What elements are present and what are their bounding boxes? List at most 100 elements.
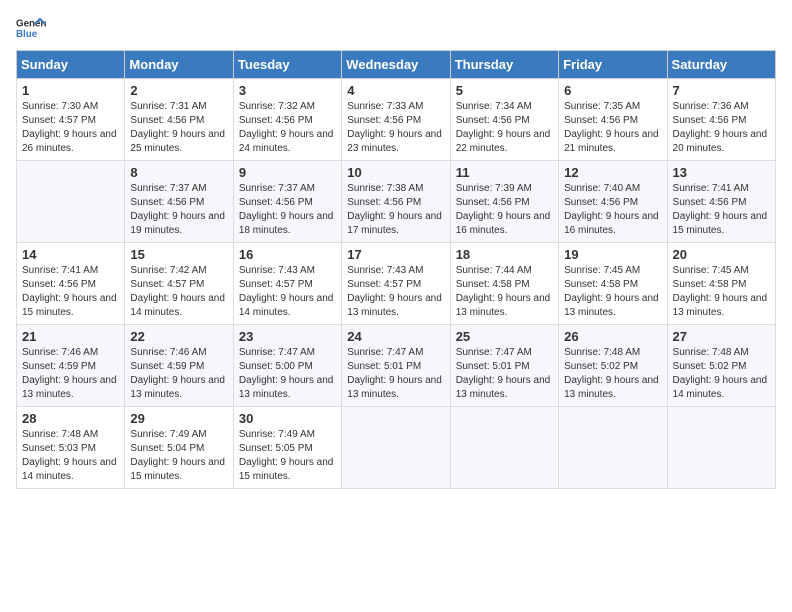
day-info: Sunrise: 7:48 AMSunset: 5:02 PMDaylight:… [564, 347, 659, 400]
calendar-cell [17, 161, 125, 243]
calendar-cell: 24 Sunrise: 7:47 AMSunset: 5:01 PMDaylig… [342, 325, 450, 407]
day-number: 17 [347, 247, 444, 262]
day-number: 13 [673, 165, 770, 180]
calendar-cell: 8 Sunrise: 7:37 AMSunset: 4:56 PMDayligh… [125, 161, 233, 243]
weekday-header-sunday: Sunday [17, 51, 125, 79]
calendar-cell: 11 Sunrise: 7:39 AMSunset: 4:56 PMDaylig… [450, 161, 558, 243]
calendar-cell: 18 Sunrise: 7:44 AMSunset: 4:58 PMDaylig… [450, 243, 558, 325]
weekday-header-tuesday: Tuesday [233, 51, 341, 79]
day-number: 15 [130, 247, 227, 262]
calendar-cell: 4 Sunrise: 7:33 AMSunset: 4:56 PMDayligh… [342, 79, 450, 161]
day-number: 29 [130, 411, 227, 426]
calendar-cell: 13 Sunrise: 7:41 AMSunset: 4:56 PMDaylig… [667, 161, 775, 243]
calendar-cell: 12 Sunrise: 7:40 AMSunset: 4:56 PMDaylig… [559, 161, 667, 243]
week-row: 14 Sunrise: 7:41 AMSunset: 4:56 PMDaylig… [17, 243, 776, 325]
day-number: 10 [347, 165, 444, 180]
calendar-cell [450, 407, 558, 489]
day-number: 18 [456, 247, 553, 262]
day-info: Sunrise: 7:47 AMSunset: 5:01 PMDaylight:… [347, 347, 442, 400]
calendar-cell: 17 Sunrise: 7:43 AMSunset: 4:57 PMDaylig… [342, 243, 450, 325]
calendar-cell: 2 Sunrise: 7:31 AMSunset: 4:56 PMDayligh… [125, 79, 233, 161]
week-row: 21 Sunrise: 7:46 AMSunset: 4:59 PMDaylig… [17, 325, 776, 407]
day-number: 25 [456, 329, 553, 344]
day-info: Sunrise: 7:31 AMSunset: 4:56 PMDaylight:… [130, 101, 225, 154]
calendar-cell: 5 Sunrise: 7:34 AMSunset: 4:56 PMDayligh… [450, 79, 558, 161]
calendar-cell: 25 Sunrise: 7:47 AMSunset: 5:01 PMDaylig… [450, 325, 558, 407]
calendar-cell: 3 Sunrise: 7:32 AMSunset: 4:56 PMDayligh… [233, 79, 341, 161]
logo-icon: General Blue [16, 16, 46, 40]
calendar-cell: 30 Sunrise: 7:49 AMSunset: 5:05 PMDaylig… [233, 407, 341, 489]
day-info: Sunrise: 7:37 AMSunset: 4:56 PMDaylight:… [130, 183, 225, 236]
day-number: 12 [564, 165, 661, 180]
day-info: Sunrise: 7:37 AMSunset: 4:56 PMDaylight:… [239, 183, 334, 236]
day-number: 20 [673, 247, 770, 262]
calendar-cell: 28 Sunrise: 7:48 AMSunset: 5:03 PMDaylig… [17, 407, 125, 489]
weekday-header-wednesday: Wednesday [342, 51, 450, 79]
calendar-cell: 22 Sunrise: 7:46 AMSunset: 4:59 PMDaylig… [125, 325, 233, 407]
weekday-header-row: SundayMondayTuesdayWednesdayThursdayFrid… [17, 51, 776, 79]
day-info: Sunrise: 7:41 AMSunset: 4:56 PMDaylight:… [673, 183, 768, 236]
day-info: Sunrise: 7:36 AMSunset: 4:56 PMDaylight:… [673, 101, 768, 154]
day-info: Sunrise: 7:42 AMSunset: 4:57 PMDaylight:… [130, 265, 225, 318]
day-number: 8 [130, 165, 227, 180]
calendar-cell [342, 407, 450, 489]
svg-text:Blue: Blue [16, 29, 38, 40]
day-number: 21 [22, 329, 119, 344]
calendar-cell: 10 Sunrise: 7:38 AMSunset: 4:56 PMDaylig… [342, 161, 450, 243]
logo: General Blue [16, 16, 46, 40]
day-info: Sunrise: 7:30 AMSunset: 4:57 PMDaylight:… [22, 101, 117, 154]
day-number: 14 [22, 247, 119, 262]
day-number: 30 [239, 411, 336, 426]
day-info: Sunrise: 7:38 AMSunset: 4:56 PMDaylight:… [347, 183, 442, 236]
calendar-cell: 9 Sunrise: 7:37 AMSunset: 4:56 PMDayligh… [233, 161, 341, 243]
day-number: 3 [239, 83, 336, 98]
calendar-cell: 19 Sunrise: 7:45 AMSunset: 4:58 PMDaylig… [559, 243, 667, 325]
calendar-cell: 20 Sunrise: 7:45 AMSunset: 4:58 PMDaylig… [667, 243, 775, 325]
day-info: Sunrise: 7:45 AMSunset: 4:58 PMDaylight:… [564, 265, 659, 318]
day-number: 11 [456, 165, 553, 180]
calendar-cell: 15 Sunrise: 7:42 AMSunset: 4:57 PMDaylig… [125, 243, 233, 325]
day-number: 7 [673, 83, 770, 98]
day-number: 24 [347, 329, 444, 344]
weekday-header-thursday: Thursday [450, 51, 558, 79]
day-info: Sunrise: 7:47 AMSunset: 5:01 PMDaylight:… [456, 347, 551, 400]
week-row: 8 Sunrise: 7:37 AMSunset: 4:56 PMDayligh… [17, 161, 776, 243]
day-number: 9 [239, 165, 336, 180]
calendar-cell [559, 407, 667, 489]
day-info: Sunrise: 7:45 AMSunset: 4:58 PMDaylight:… [673, 265, 768, 318]
day-info: Sunrise: 7:46 AMSunset: 4:59 PMDaylight:… [22, 347, 117, 400]
calendar-cell: 6 Sunrise: 7:35 AMSunset: 4:56 PMDayligh… [559, 79, 667, 161]
day-info: Sunrise: 7:33 AMSunset: 4:56 PMDaylight:… [347, 101, 442, 154]
day-number: 19 [564, 247, 661, 262]
day-info: Sunrise: 7:47 AMSunset: 5:00 PMDaylight:… [239, 347, 334, 400]
day-info: Sunrise: 7:43 AMSunset: 4:57 PMDaylight:… [347, 265, 442, 318]
weekday-header-friday: Friday [559, 51, 667, 79]
header: General Blue [16, 16, 776, 40]
day-number: 2 [130, 83, 227, 98]
day-info: Sunrise: 7:40 AMSunset: 4:56 PMDaylight:… [564, 183, 659, 236]
week-row: 1 Sunrise: 7:30 AMSunset: 4:57 PMDayligh… [17, 79, 776, 161]
day-info: Sunrise: 7:44 AMSunset: 4:58 PMDaylight:… [456, 265, 551, 318]
day-info: Sunrise: 7:49 AMSunset: 5:04 PMDaylight:… [130, 429, 225, 482]
day-number: 16 [239, 247, 336, 262]
day-number: 1 [22, 83, 119, 98]
calendar: SundayMondayTuesdayWednesdayThursdayFrid… [16, 50, 776, 489]
calendar-cell [667, 407, 775, 489]
calendar-cell: 21 Sunrise: 7:46 AMSunset: 4:59 PMDaylig… [17, 325, 125, 407]
week-row: 28 Sunrise: 7:48 AMSunset: 5:03 PMDaylig… [17, 407, 776, 489]
day-info: Sunrise: 7:35 AMSunset: 4:56 PMDaylight:… [564, 101, 659, 154]
day-number: 27 [673, 329, 770, 344]
calendar-cell: 26 Sunrise: 7:48 AMSunset: 5:02 PMDaylig… [559, 325, 667, 407]
calendar-cell: 7 Sunrise: 7:36 AMSunset: 4:56 PMDayligh… [667, 79, 775, 161]
day-number: 4 [347, 83, 444, 98]
calendar-cell: 16 Sunrise: 7:43 AMSunset: 4:57 PMDaylig… [233, 243, 341, 325]
calendar-cell: 29 Sunrise: 7:49 AMSunset: 5:04 PMDaylig… [125, 407, 233, 489]
day-info: Sunrise: 7:32 AMSunset: 4:56 PMDaylight:… [239, 101, 334, 154]
day-number: 5 [456, 83, 553, 98]
calendar-cell: 14 Sunrise: 7:41 AMSunset: 4:56 PMDaylig… [17, 243, 125, 325]
calendar-cell: 1 Sunrise: 7:30 AMSunset: 4:57 PMDayligh… [17, 79, 125, 161]
day-number: 28 [22, 411, 119, 426]
day-info: Sunrise: 7:39 AMSunset: 4:56 PMDaylight:… [456, 183, 551, 236]
day-info: Sunrise: 7:49 AMSunset: 5:05 PMDaylight:… [239, 429, 334, 482]
day-number: 6 [564, 83, 661, 98]
